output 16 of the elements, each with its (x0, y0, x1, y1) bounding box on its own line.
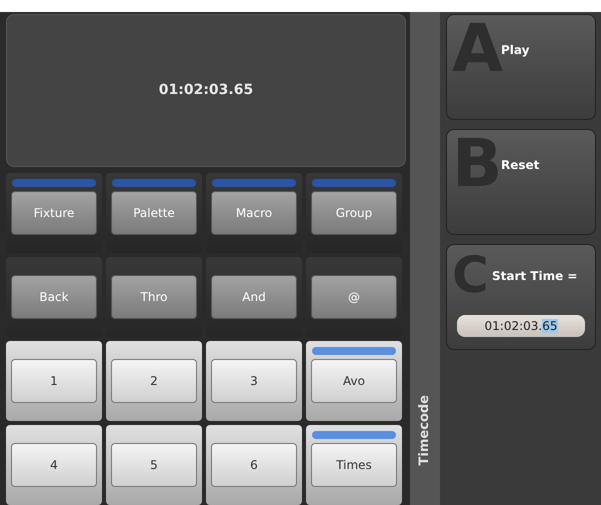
side-tab[interactable]: Timecode (410, 12, 440, 505)
key-button[interactable]: 4 (11, 443, 97, 487)
key-button[interactable]: Avo (311, 359, 397, 403)
time-readout: 01:02:03.65 (158, 81, 254, 100)
key-button[interactable]: 3 (211, 359, 297, 403)
key-button[interactable]: 6 (211, 443, 297, 487)
key-button[interactable]: Times (311, 443, 397, 487)
key-button[interactable]: 1 (11, 359, 97, 403)
field-label: Start Time = (492, 268, 578, 285)
key-label: Reset (501, 157, 540, 174)
key-letter: A (452, 23, 504, 76)
tab-label[interactable]: Timecode (415, 394, 435, 465)
key-button[interactable]: 5 (111, 443, 197, 487)
time-input-field[interactable]: 01:02:03.65 (457, 315, 585, 337)
key-button[interactable]: 2 (111, 359, 197, 403)
key-label: Play (501, 43, 530, 57)
